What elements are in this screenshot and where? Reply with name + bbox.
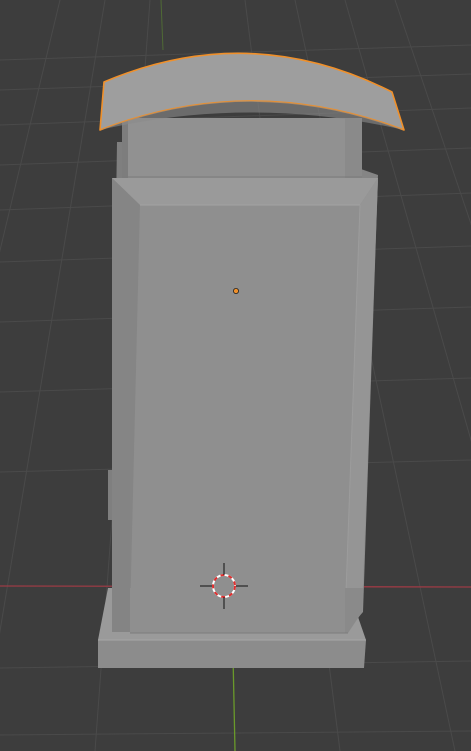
mailbox-model[interactable] [98, 52, 405, 668]
mailbox-base-front[interactable] [98, 640, 366, 668]
mailbox-bevel-top [112, 178, 378, 205]
viewport-canvas[interactable] [0, 0, 471, 751]
y-axis-far [160, 0, 164, 51]
y-axis-line [232, 654, 236, 751]
mailbox-recessed-face[interactable] [130, 205, 360, 620]
mailbox-top-block[interactable] [122, 118, 362, 178]
3d-viewport[interactable] [0, 0, 471, 751]
object-origin-dot[interactable] [232, 287, 239, 294]
